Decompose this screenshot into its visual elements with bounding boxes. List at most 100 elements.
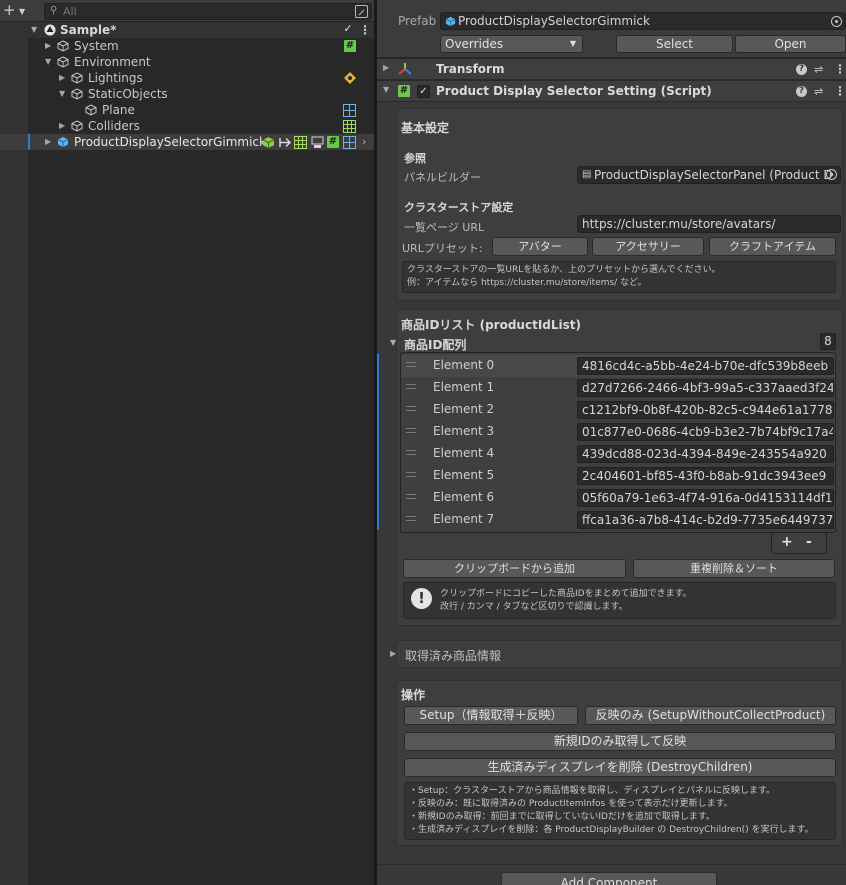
- select-button[interactable]: Select: [616, 35, 733, 53]
- drag-handle-icon[interactable]: [406, 516, 416, 521]
- create-button[interactable]: + ▼: [3, 2, 29, 20]
- drag-handle-icon[interactable]: [406, 450, 416, 455]
- help-text-line: 例：アイテムなら https://cluster.mu/store/items/…: [407, 278, 647, 288]
- array-size-field[interactable]: 8: [820, 333, 836, 350]
- fold-arrow-icon[interactable]: ▶: [45, 38, 51, 54]
- panel-builder-field[interactable]: ▤ ProductDisplaySelectorPanel (Product D: [577, 166, 841, 184]
- hierarchy-item-environment[interactable]: ▼ Environment: [0, 54, 374, 70]
- list-element-row[interactable]: Element 3 01c877e0-0686-4cb9-b3e2-7b74bf9…: [401, 421, 835, 443]
- element-value-field[interactable]: 01c877e0-0686-4cb9-b3e2-7b74bf9c17a4: [577, 423, 834, 441]
- section-title: 基本設定: [401, 121, 450, 135]
- drag-handle-icon[interactable]: [406, 384, 416, 389]
- help-text-line: ・生成済みディスプレイを削除：各 ProductDisplayBuilder の…: [409, 825, 814, 835]
- paste-from-clipboard-button[interactable]: クリップボードから追加: [403, 559, 626, 578]
- hierarchy-item-system[interactable]: ▶ System #: [0, 38, 374, 54]
- script-component-header[interactable]: ▼ # ✓ Product Display Selector Setting (…: [377, 80, 846, 102]
- chevron-right-icon[interactable]: ›: [362, 134, 366, 150]
- help-icon[interactable]: ?: [796, 64, 807, 75]
- add-element-button[interactable]: +: [781, 534, 793, 550]
- add-component-button[interactable]: Add Component: [501, 872, 717, 885]
- prefab-asset-field[interactable]: ProductDisplaySelectorGimmick: [440, 12, 846, 30]
- list-element-row[interactable]: Element 7 ffca1a36-a7b8-414c-b2d9-7735e64…: [401, 509, 835, 531]
- element-value-field[interactable]: 2c404601-bf85-43f0-b8ab-91dc3943ee9: [577, 467, 834, 485]
- help-icon[interactable]: ?: [796, 86, 807, 97]
- url-preset-label: URLプリセット:: [402, 242, 483, 255]
- fold-arrow-icon[interactable]: ▼: [45, 54, 51, 70]
- fold-arrow-icon[interactable]: ▼: [390, 338, 396, 347]
- fold-arrow-icon[interactable]: ▼: [383, 85, 389, 94]
- hierarchy-item-staticobjects[interactable]: ▼ StaticObjects: [0, 86, 374, 102]
- component-header-icons: ? ⇌ ⋮: [796, 84, 846, 99]
- open-button[interactable]: Open: [735, 35, 846, 53]
- element-value-field[interactable]: 05f60a79-1e63-4f74-916a-0d4153114df1: [577, 489, 834, 507]
- context-menu-icon[interactable]: ⋮: [834, 84, 846, 98]
- scene-row[interactable]: ▼ Sample* ✓ ⋮: [0, 22, 374, 38]
- fold-arrow-icon[interactable]: ▶: [59, 70, 65, 86]
- gameobject-icon: [57, 56, 69, 68]
- setup-without-collect-button[interactable]: 反映のみ (SetupWithoutCollectProduct): [585, 706, 836, 725]
- element-value-field[interactable]: 439dcd88-023d-4394-849e-243554a920: [577, 445, 834, 463]
- fold-arrow-icon[interactable]: ▼: [59, 86, 65, 102]
- scene-search-icon[interactable]: [355, 5, 368, 18]
- help-text-line: ・新規IDのみ取得：前回までに取得していないIDだけを追加で取得します。: [409, 812, 716, 822]
- element-value-field[interactable]: c1212bf9-0b8f-420b-82c5-c944e61a1778: [577, 401, 834, 419]
- component-enabled-checkbox[interactable]: ✓: [417, 85, 430, 98]
- remove-element-button[interactable]: -: [806, 534, 812, 550]
- drag-handle-icon[interactable]: [406, 472, 416, 477]
- overrides-dropdown[interactable]: Overrides ▼: [440, 35, 583, 53]
- fold-arrow-icon[interactable]: ▶: [383, 63, 389, 72]
- preset-craft-item-button[interactable]: クラフトアイテム: [709, 237, 836, 256]
- gameobject-icon: [85, 104, 97, 116]
- dedupe-sort-button[interactable]: 重複削除＆ソート: [633, 559, 835, 578]
- fold-arrow-icon[interactable]: ▶: [45, 134, 51, 150]
- grid-icon: [294, 136, 307, 149]
- fold-arrow-icon[interactable]: ▼: [31, 22, 37, 38]
- object-picker-icon[interactable]: [831, 16, 842, 27]
- hierarchy-item-productdisplayselectorgimmick[interactable]: ▶ ProductDisplaySelectorGimmick # ›: [0, 134, 374, 150]
- fold-arrow-icon[interactable]: ▶: [390, 649, 396, 658]
- element-label: Element 0: [433, 358, 495, 372]
- prefab-name: ProductDisplaySelectorGimmick: [458, 14, 650, 28]
- list-element-row[interactable]: Element 1 d27d7266-2466-4bf3-99a5-c337aae…: [401, 377, 835, 399]
- scene-menu-icon[interactable]: ⋮: [359, 22, 371, 38]
- hierarchy-panel: +▼ ⚲ ▼ Sample* ✓ ⋮ ▶ System # ▼ Environm…: [0, 0, 374, 885]
- list-url-field[interactable]: https://cluster.mu/store/avatars/: [577, 215, 841, 233]
- list-element-row[interactable]: Element 2 c1212bf9-0b8f-420b-82c5-c944e61…: [401, 399, 835, 421]
- search-input[interactable]: [63, 4, 343, 19]
- preset-avatar-button[interactable]: アバター: [492, 237, 588, 256]
- drag-handle-icon[interactable]: [406, 494, 416, 499]
- check-icon[interactable]: ✓: [342, 23, 354, 35]
- element-label: Element 3: [433, 424, 495, 438]
- preset-icon[interactable]: ⇌: [814, 63, 823, 76]
- array-label[interactable]: 商品ID配列: [404, 336, 466, 353]
- drag-handle-icon[interactable]: [406, 362, 416, 367]
- destroy-children-button[interactable]: 生成済みディスプレイを削除 (DestroyChildren): [404, 758, 836, 777]
- object-picker-icon[interactable]: [826, 169, 837, 180]
- preset-accessory-button[interactable]: アクセサリー: [592, 237, 704, 256]
- drag-handle-icon[interactable]: [406, 428, 416, 433]
- element-value-field[interactable]: 4816cd4c-a5bb-4e24-b70e-dfc539b8eeb: [577, 357, 834, 375]
- element-value-field[interactable]: d27d7266-2466-4bf3-99a5-c337aaed3f24: [577, 379, 834, 397]
- setup-button[interactable]: Setup（情報取得＋反映）: [404, 706, 578, 725]
- hierarchy-item-lightings[interactable]: ▶ Lightings: [0, 70, 374, 86]
- list-element-row[interactable]: Element 5 2c404601-bf85-43f0-b8ab-91dc394…: [401, 465, 835, 487]
- list-element-row[interactable]: Element 4 439dcd88-023d-4394-849e-243554a…: [401, 443, 835, 465]
- fold-arrow-icon[interactable]: ▶: [59, 118, 65, 134]
- hierarchy-item-plane[interactable]: Plane: [0, 102, 374, 118]
- gameobject-icon: [71, 88, 83, 100]
- mesh-renderer-icon: [343, 104, 356, 117]
- fetched-info-group[interactable]: ▶ 取得済み商品情報: [390, 640, 843, 668]
- hierarchy-item-colliders[interactable]: ▶ Colliders: [0, 118, 374, 134]
- list-element-row[interactable]: Element 0 4816cd4c-a5bb-4e24-b70e-dfc539b…: [401, 355, 835, 377]
- fetch-new-ids-button[interactable]: 新規IDのみ取得して反映: [404, 732, 836, 751]
- hierarchy-item-label: StaticObjects: [88, 87, 168, 101]
- operations-help-box: ・Setup：クラスターストアから商品情報を取得し、ディスプレイとパネルに反映し…: [404, 782, 836, 840]
- transform-component-header[interactable]: ▶ Transform ? ⇌ ⋮: [377, 58, 846, 80]
- hierarchy-search[interactable]: ⚲: [44, 3, 372, 20]
- list-element-row[interactable]: Element 6 05f60a79-1e63-4f74-916a-0d41531…: [401, 487, 835, 509]
- help-text-line: ・反映のみ：既に取得済みの ProductItemInfos を使って表示だけ更…: [409, 799, 733, 809]
- preset-icon[interactable]: ⇌: [814, 85, 823, 98]
- element-value-field[interactable]: ffca1a36-a7b8-414c-b2d9-7735e6449737: [577, 511, 834, 529]
- context-menu-icon[interactable]: ⋮: [834, 62, 846, 76]
- drag-handle-icon[interactable]: [406, 406, 416, 411]
